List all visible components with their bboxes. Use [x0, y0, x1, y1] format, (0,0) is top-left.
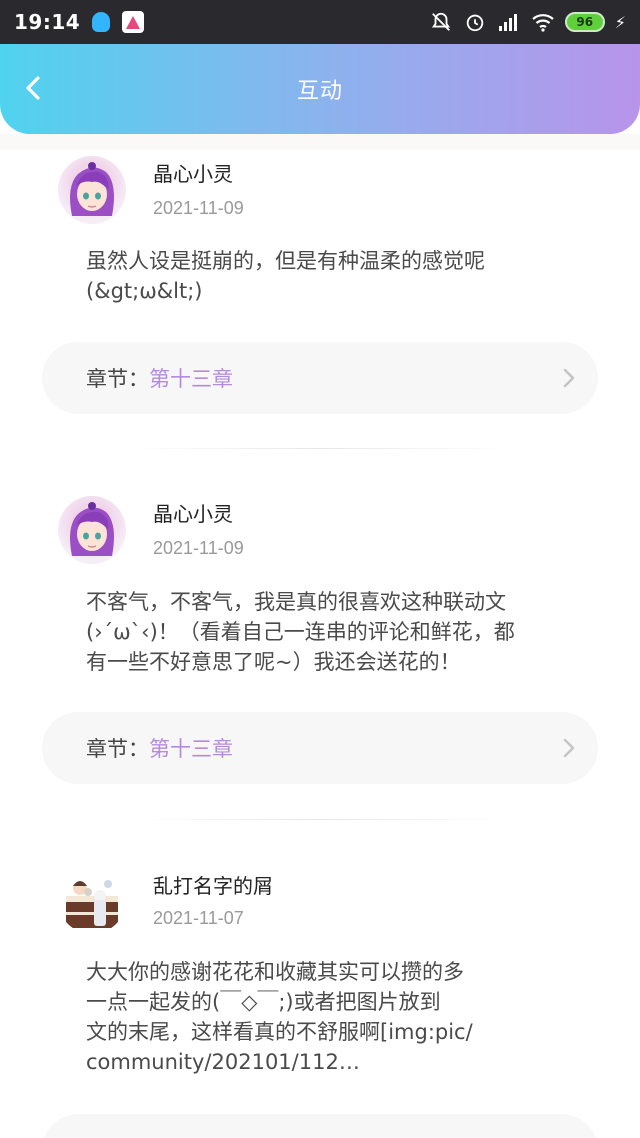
comment-text-line: 大大你的感谢花花和收藏其实可以攒的多	[86, 960, 464, 984]
chevron-right-icon	[558, 366, 578, 390]
comment-text: 大大你的感谢花花和收藏其实可以攒的多 一点一起发的(￣◇￣;)或者把图片放到 文…	[86, 957, 586, 1077]
alarm-icon	[463, 10, 487, 34]
status-bar: 19:14 96 ⚡	[0, 0, 640, 44]
chapter-link[interactable]	[42, 1114, 598, 1138]
battery-icon: 96	[564, 12, 605, 32]
charging-icon: ⚡	[614, 12, 626, 32]
bell-off-icon	[429, 10, 453, 34]
comment-text: 不客气，不客气，我是真的很喜欢这种联动文 (›´ω`‹)！（看着自己一连串的评论…	[86, 587, 586, 677]
app-notification-icon	[122, 11, 145, 33]
chapter-label: 章节：	[86, 737, 149, 761]
comment-text-line: 不客气，不客气，我是真的很喜欢这种联动文	[86, 590, 506, 614]
comment-date: 2021-11-09	[153, 538, 244, 558]
avatar[interactable]	[58, 866, 126, 934]
page-title: 互动	[296, 79, 343, 104]
chevron-right-icon	[558, 736, 578, 760]
comment-username: 晶心小灵	[153, 502, 233, 526]
divider	[130, 448, 510, 449]
chapter-link[interactable]: 章节： 第十三章	[42, 712, 598, 784]
comment-text-line: 有一些不好意思了呢~）我还会送花的！	[86, 650, 461, 674]
comment-text-line: 一点一起发的(￣◇￣;)或者把图片放到	[86, 990, 441, 1014]
comment-text-line: (›´ω`‹)！（看着自己一连串的评论和鲜花，都	[86, 620, 515, 644]
status-icons: 96 ⚡	[429, 10, 626, 34]
status-time: 19:14	[14, 10, 81, 34]
avatar[interactable]	[58, 496, 126, 564]
comment-date: 2021-11-09	[153, 198, 244, 218]
avatar[interactable]	[58, 156, 126, 224]
comment-text-line: 虽然人设是挺崩的，但是有种温柔的感觉呢	[86, 249, 485, 273]
chapter-label: 章节：	[86, 367, 149, 391]
page-header: 互动	[0, 44, 640, 134]
chapter-value: 第十三章	[149, 737, 233, 761]
comment-date: 2021-11-07	[153, 908, 244, 928]
comment-text-line: 文的末尾，这样看真的不舒服啊[img:pic/	[86, 1020, 473, 1044]
chapter-value: 第十三章	[149, 367, 233, 391]
divider	[130, 819, 510, 820]
comment-username: 乱打名字的屑	[153, 874, 273, 898]
comment-text-line: community/202101/112…	[86, 1050, 360, 1074]
wifi-icon	[531, 10, 555, 34]
list-top-shade	[0, 134, 640, 150]
chapter-link[interactable]: 章节： 第十三章	[42, 342, 598, 414]
back-arrow-icon[interactable]	[18, 72, 50, 104]
comment-text-line: (&gt;ω&lt;)	[86, 279, 203, 303]
comment-text: 虽然人设是挺崩的，但是有种温柔的感觉呢 (&gt;ω&lt;)	[86, 246, 586, 306]
qq-app-icon	[90, 11, 112, 33]
comment-username: 晶心小灵	[153, 162, 233, 186]
comment-list[interactable]: 晶心小灵 2021-11-09 虽然人设是挺崩的，但是有种温柔的感觉呢 (&gt…	[0, 134, 640, 1138]
signal-icon	[497, 10, 521, 34]
